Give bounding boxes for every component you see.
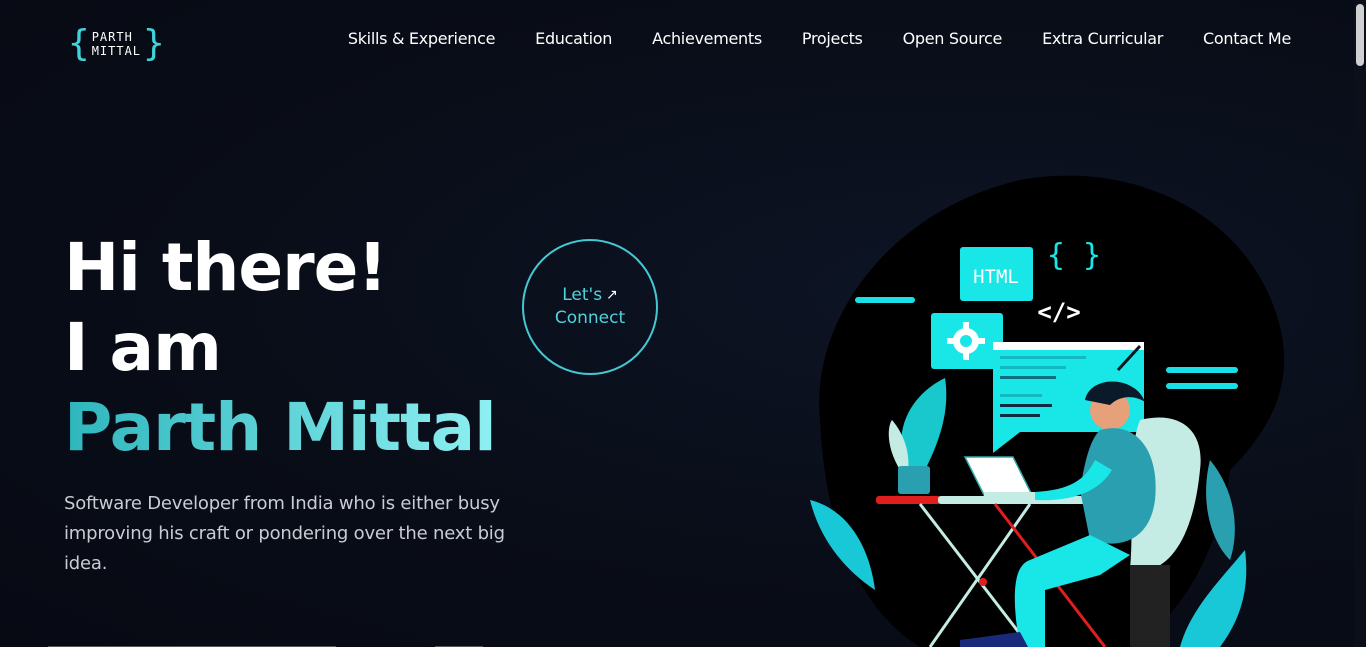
plant-pot: [898, 466, 930, 494]
logo-brace-left: {: [68, 23, 90, 64]
page-scrollbar[interactable]: [1354, 0, 1366, 647]
nav-projects[interactable]: Projects: [802, 29, 863, 48]
braces-icon: { }: [1047, 238, 1101, 273]
code-line: [1000, 376, 1056, 379]
developer-illustration: HTML { } </>: [810, 175, 1285, 647]
code-line: [1000, 404, 1052, 407]
site-logo[interactable]: { PARTH MITTAL }: [68, 25, 165, 63]
code-line: [1000, 366, 1066, 369]
table-joint: [979, 578, 987, 586]
nav-extra-curricular[interactable]: Extra Curricular: [1042, 29, 1163, 48]
logo-text: PARTH MITTAL: [92, 30, 141, 58]
hero-greeting: Hi there!: [64, 229, 388, 306]
hero-intro: I am: [64, 309, 222, 386]
scrollbar-thumb[interactable]: [1356, 4, 1364, 66]
arrow-up-right-icon: ↗: [606, 287, 618, 303]
code-window-titlebar: [993, 342, 1144, 350]
connect-label-line2: Connect: [554, 308, 626, 328]
html-bubble-label: HTML: [973, 266, 1019, 288]
lets-connect-button[interactable]: Let's ↗ Connect: [522, 239, 658, 375]
hero-subtitle: Software Developer from India who is eit…: [64, 493, 505, 574]
floating-bar-right-2: [1166, 383, 1238, 389]
table-top-red: [876, 496, 941, 504]
nav-open-source[interactable]: Open Source: [903, 29, 1003, 48]
code-line: [1000, 414, 1040, 417]
floating-bar-right-1: [1166, 367, 1238, 373]
logo-line-2: MITTAL: [91, 44, 142, 58]
main-nav: Skills & Experience Education Achievemen…: [348, 29, 1291, 48]
floating-bar-left: [855, 297, 915, 303]
nav-contact-me[interactable]: Contact Me: [1203, 29, 1291, 48]
chair-base: [1130, 565, 1170, 647]
logo-line-1: PARTH: [91, 30, 133, 44]
code-line: [1000, 394, 1042, 397]
code-tag-icon: </>: [1037, 298, 1080, 326]
nav-education[interactable]: Education: [535, 29, 612, 48]
nav-skills-experience[interactable]: Skills & Experience: [348, 29, 496, 48]
code-line: [1000, 356, 1086, 359]
connect-label-line1: Let's: [562, 285, 603, 305]
nav-achievements[interactable]: Achievements: [652, 29, 762, 48]
hero-name: Parth Mittal: [64, 389, 497, 466]
logo-brace-right: }: [143, 23, 165, 64]
